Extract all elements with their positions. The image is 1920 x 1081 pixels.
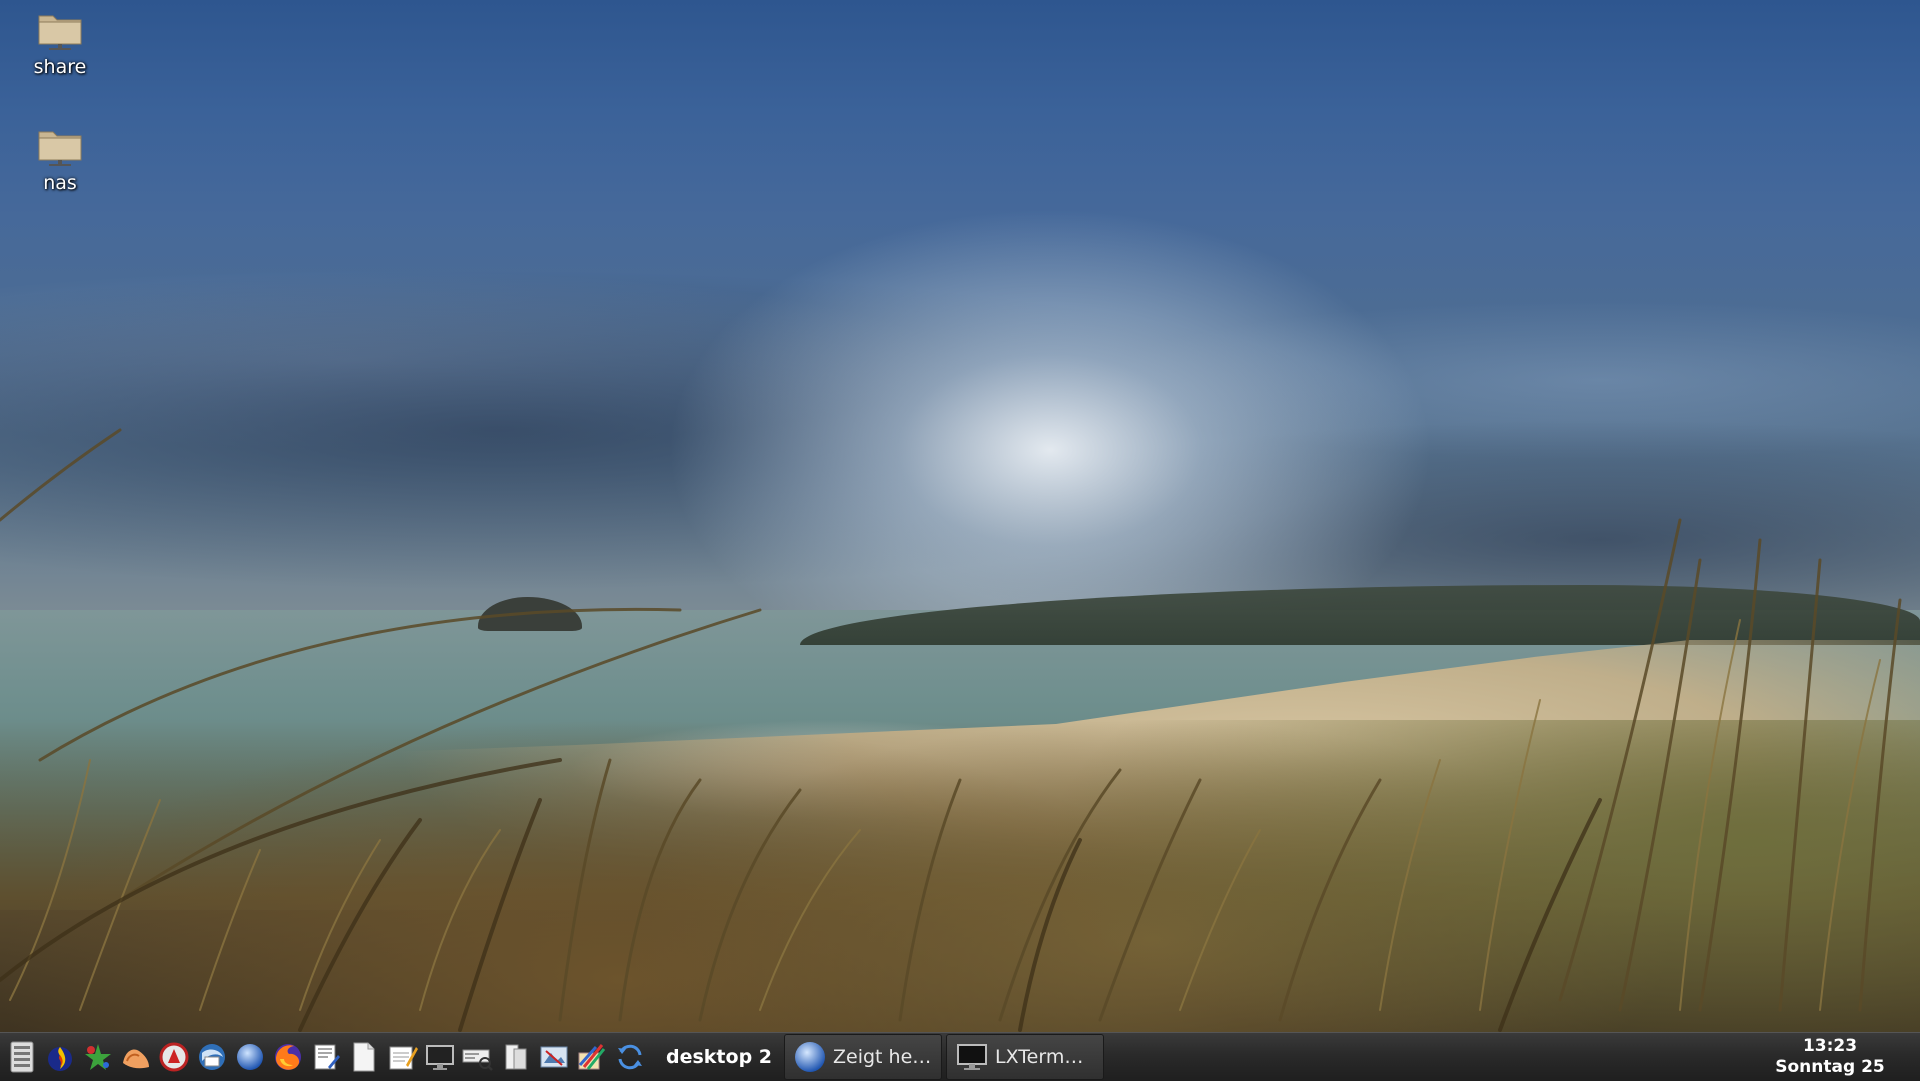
launcher-notes[interactable] bbox=[384, 1037, 420, 1077]
launcher-hand-app[interactable] bbox=[118, 1037, 154, 1077]
taskbar: desktop 2 Zeigt he… LXTerm… 13:23 Sonnta… bbox=[0, 1032, 1920, 1081]
file-manager-icon bbox=[505, 1044, 527, 1070]
launcher-paint[interactable] bbox=[574, 1037, 610, 1077]
launcher-search-tool[interactable] bbox=[460, 1037, 496, 1077]
clock[interactable]: 13:23 Sonntag 25 bbox=[1770, 1033, 1890, 1081]
clock-time: 13:23 bbox=[1802, 1036, 1858, 1056]
firefox-icon bbox=[275, 1044, 301, 1070]
launcher-firefox[interactable] bbox=[270, 1037, 306, 1077]
launcher-fire-app[interactable] bbox=[42, 1037, 78, 1077]
desktop-icon-label: share bbox=[33, 56, 87, 78]
editor-icon bbox=[314, 1044, 340, 1070]
document-icon bbox=[353, 1042, 375, 1072]
launcher-mail[interactable] bbox=[194, 1037, 230, 1077]
launcher-globe-browser[interactable] bbox=[232, 1037, 268, 1077]
launcher-menu[interactable] bbox=[4, 1037, 40, 1077]
guard-app-icon bbox=[159, 1042, 189, 1072]
launcher-editor[interactable] bbox=[308, 1037, 344, 1077]
desktop-icon-share[interactable]: share bbox=[10, 6, 110, 78]
folder-network-icon bbox=[38, 15, 82, 50]
search-tool-icon bbox=[462, 1049, 493, 1071]
monitor-icon bbox=[426, 1045, 454, 1070]
globe-icon bbox=[237, 1044, 263, 1070]
launcher-monitor[interactable] bbox=[422, 1037, 458, 1077]
task-button-browser[interactable]: Zeigt he… bbox=[784, 1034, 943, 1080]
desktop-wallpaper bbox=[0, 0, 1920, 1032]
launcher-star-app[interactable] bbox=[80, 1037, 116, 1077]
sync-icon bbox=[618, 1044, 642, 1070]
task-title: LXTerm… bbox=[995, 1046, 1084, 1068]
fire-app-icon bbox=[48, 1047, 72, 1071]
paint-icon bbox=[578, 1044, 606, 1070]
star-app-icon bbox=[85, 1044, 111, 1070]
launcher-document[interactable] bbox=[346, 1037, 382, 1077]
folder-network-icon bbox=[38, 131, 82, 166]
terminal-icon bbox=[957, 1044, 988, 1070]
launcher-guard-app[interactable] bbox=[156, 1037, 192, 1077]
launcher-image-viewer[interactable] bbox=[536, 1037, 572, 1077]
task-button-terminal[interactable]: LXTerm… bbox=[946, 1034, 1105, 1080]
launcher-file-manager[interactable] bbox=[498, 1037, 534, 1077]
launcher-sync[interactable] bbox=[612, 1037, 648, 1077]
notes-icon bbox=[389, 1046, 418, 1070]
hand-app-icon bbox=[123, 1049, 149, 1069]
current-desktop-label[interactable]: desktop 2 bbox=[666, 1046, 772, 1068]
desktop-icon-nas[interactable]: nas bbox=[10, 122, 110, 194]
application-menu-icon bbox=[10, 1041, 34, 1073]
image-viewer-icon bbox=[540, 1046, 568, 1068]
task-title: Zeigt he… bbox=[833, 1046, 932, 1068]
clock-date: Sonntag 25 bbox=[1775, 1057, 1885, 1077]
globe-icon bbox=[795, 1042, 826, 1072]
desktop-icon-label: nas bbox=[43, 172, 77, 194]
wallpaper-grass bbox=[0, 428, 1902, 1032]
launcher-bar bbox=[0, 1037, 648, 1077]
mail-icon bbox=[199, 1044, 225, 1070]
